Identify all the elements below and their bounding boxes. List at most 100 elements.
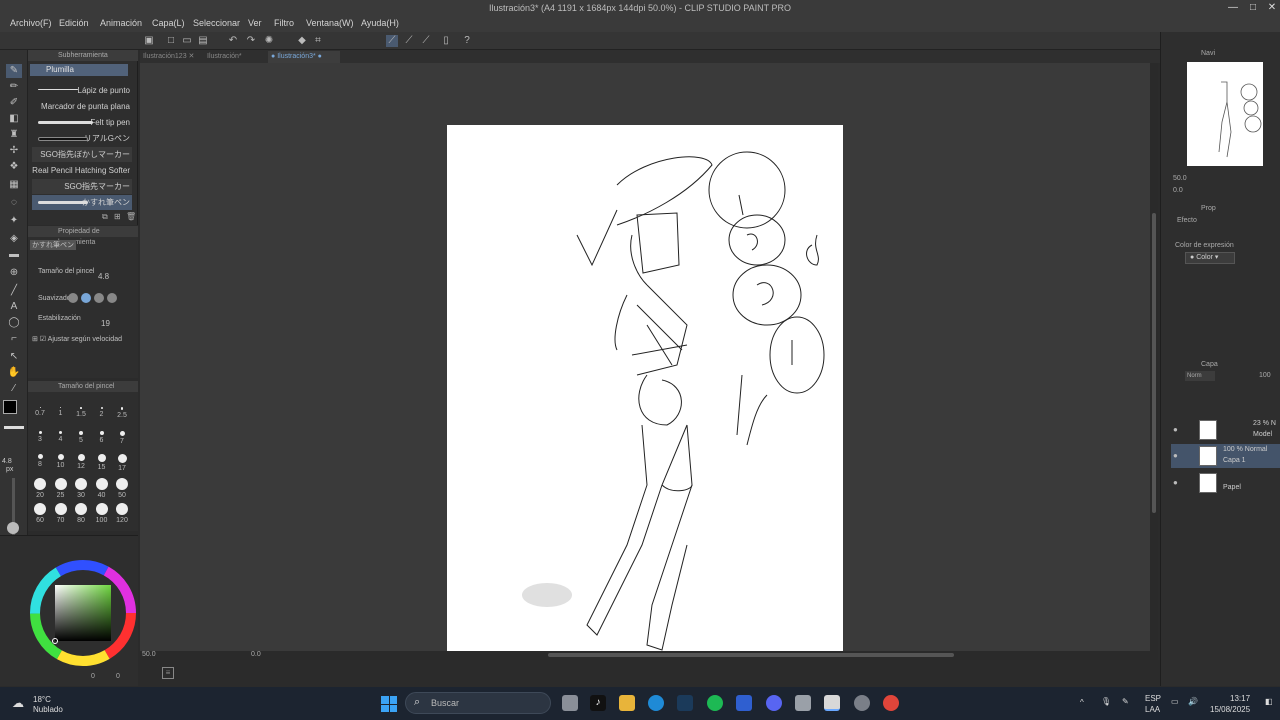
brush-size-preset[interactable]: 1.5: [71, 407, 91, 418]
stabilization-value[interactable]: 19: [101, 319, 110, 328]
airbrush-tool-icon[interactable]: ♜: [6, 128, 22, 142]
brush-size-preset[interactable]: 40: [92, 478, 112, 499]
horizontal-scroll-thumb[interactable]: [548, 653, 954, 657]
menu-animacion[interactable]: Animación: [100, 18, 142, 28]
open-file-icon[interactable]: ▭: [181, 35, 193, 47]
maximize-button[interactable]: □: [1247, 2, 1259, 14]
tiktok-icon[interactable]: ♪: [590, 695, 606, 711]
zoom-readout[interactable]: 50.0: [142, 651, 156, 658]
navigator-thumbnail[interactable]: [1187, 62, 1263, 166]
text-tool-icon[interactable]: A: [6, 300, 22, 314]
vertical-scrollbar[interactable]: [1150, 63, 1158, 651]
redo-icon[interactable]: ↷: [245, 35, 257, 47]
brush-size-preset[interactable]: 10: [51, 454, 71, 469]
clock-time[interactable]: 13:17: [1230, 694, 1250, 703]
app-icon[interactable]: [795, 695, 811, 711]
brush-size-preset[interactable]: 12: [71, 454, 91, 470]
weather-icon[interactable]: ☁: [12, 696, 28, 710]
close-button[interactable]: ✕: [1266, 2, 1278, 14]
language-secondary[interactable]: LAA: [1145, 705, 1160, 714]
clock-date[interactable]: 15/08/2025: [1210, 705, 1250, 714]
color-wheel[interactable]: [0, 536, 138, 676]
object-tool-icon[interactable]: ↖: [6, 350, 22, 364]
expression-color-select[interactable]: ● Color ▾: [1185, 252, 1235, 264]
menu-ayuda[interactable]: Ayuda(H): [361, 18, 399, 28]
brush-item[interactable]: Felt tip pen: [32, 115, 132, 130]
copy-subtool-icon[interactable]: ⧉: [102, 212, 108, 222]
weather-temperature[interactable]: 18°C: [33, 695, 51, 704]
ellipse-tool-icon[interactable]: ◯: [6, 316, 22, 330]
ruler-icon[interactable]: ▯: [440, 35, 452, 47]
brush-size-preset[interactable]: 4: [51, 431, 71, 443]
main-color-swatch[interactable]: [3, 400, 17, 414]
brush-size-preset[interactable]: 120: [112, 503, 132, 524]
magic-wand-tool-icon[interactable]: ✦: [6, 214, 22, 228]
smoothing-options[interactable]: [68, 293, 128, 303]
brush-size-preset[interactable]: 8: [30, 454, 50, 468]
menu-edicion[interactable]: Edición: [59, 18, 89, 28]
eye-icon[interactable]: ●: [1173, 425, 1178, 434]
pencil-tool-icon[interactable]: ✏: [6, 80, 22, 94]
brush-size-preset[interactable]: 5: [71, 431, 91, 444]
brush-size-value[interactable]: 4.8: [98, 272, 109, 281]
eye-icon[interactable]: ●: [1173, 451, 1178, 460]
menu-ver[interactable]: Ver: [248, 18, 262, 28]
eraser-tool-icon[interactable]: ◧: [6, 112, 22, 126]
brush-size-preset[interactable]: 6: [92, 431, 112, 444]
save-icon[interactable]: ▤: [197, 35, 209, 47]
brush-size-preset[interactable]: 1: [51, 407, 71, 417]
brush-size-preset[interactable]: 25: [51, 478, 71, 499]
brush-size-preset[interactable]: 30: [71, 478, 91, 499]
steam-icon[interactable]: [677, 695, 693, 711]
microphone-icon[interactable]: 🎙: [1101, 697, 1111, 706]
zoom-tool-icon[interactable]: ⊕: [6, 266, 22, 280]
brush-size-preset[interactable]: 17: [112, 454, 132, 472]
layer-row[interactable]: ● Papel: [1171, 471, 1280, 495]
network-icon[interactable]: ▭: [1171, 697, 1179, 706]
brush-item[interactable]: Marcador de punta plana: [32, 99, 132, 114]
brush-size-preset[interactable]: 100: [92, 503, 112, 524]
settings-icon[interactable]: [854, 695, 870, 711]
list-icon[interactable]: ≡: [162, 667, 174, 679]
brush-item[interactable]: Real Pencil Hatching Softer: [32, 163, 132, 178]
pen-tool-icon[interactable]: ✎: [6, 64, 22, 78]
brush-size-preset[interactable]: 2.5: [112, 407, 132, 419]
selection-tool-icon[interactable]: ◌: [6, 196, 22, 210]
layer-row-selected[interactable]: ● 100 % Normal Capa 1: [1171, 444, 1280, 468]
brush-size-preset[interactable]: 20: [30, 478, 50, 499]
tab-ilustracion3[interactable]: ● Ilustración3* ●: [268, 51, 340, 63]
fill-tool-icon[interactable]: ◈: [6, 232, 22, 246]
new-file-icon[interactable]: □: [165, 35, 177, 47]
brush-size-preset[interactable]: 7: [112, 431, 132, 445]
brush-size-preset[interactable]: 0.7: [30, 407, 50, 417]
taskbar-search[interactable]: ⌕ Buscar: [405, 692, 551, 714]
brush-item-selected[interactable]: かすれ筆ペン: [32, 195, 132, 210]
tab-ilustracion123[interactable]: Ilustración123 ✕: [140, 51, 202, 63]
undo-icon[interactable]: ↶: [227, 35, 239, 47]
brush-size-preset[interactable]: 3: [30, 431, 50, 443]
hand-tool-icon[interactable]: ✋: [6, 366, 22, 380]
brush-item[interactable]: リアルGペン: [32, 131, 132, 146]
decoration-tool-icon[interactable]: ✢: [6, 144, 22, 158]
brush-item[interactable]: SGO指先マーカー: [32, 179, 132, 194]
menu-capa[interactable]: Capa(L): [152, 18, 185, 28]
vertical-scroll-thumb[interactable]: [1152, 213, 1156, 513]
menu-archivo[interactable]: Archivo(F): [10, 18, 52, 28]
snap-special-ruler-icon[interactable]: ⟋: [403, 35, 415, 47]
brush-size-preset[interactable]: 70: [51, 503, 71, 524]
clip-studio-icon[interactable]: [736, 695, 752, 711]
menu-seleccionar[interactable]: Seleccionar: [193, 18, 240, 28]
windows-start-icon[interactable]: [381, 696, 397, 712]
menu-filtro[interactable]: Filtro: [274, 18, 294, 28]
file-explorer-icon[interactable]: [619, 695, 635, 711]
fill-icon[interactable]: ◆: [296, 35, 308, 47]
pen-icon[interactable]: ✎: [1122, 697, 1129, 706]
navigator-zoom[interactable]: 50.0: [1173, 175, 1187, 182]
brush-item[interactable]: SGO指先ぼかしマーカー: [32, 147, 132, 162]
brush-size-preset[interactable]: 2: [92, 407, 112, 418]
gradient-tool-icon[interactable]: ▬: [6, 248, 22, 262]
drawing-paper[interactable]: [447, 125, 843, 652]
chrome-icon[interactable]: [883, 695, 899, 711]
blend-mode-select[interactable]: Norm: [1185, 371, 1215, 381]
task-view-icon[interactable]: [562, 695, 578, 711]
